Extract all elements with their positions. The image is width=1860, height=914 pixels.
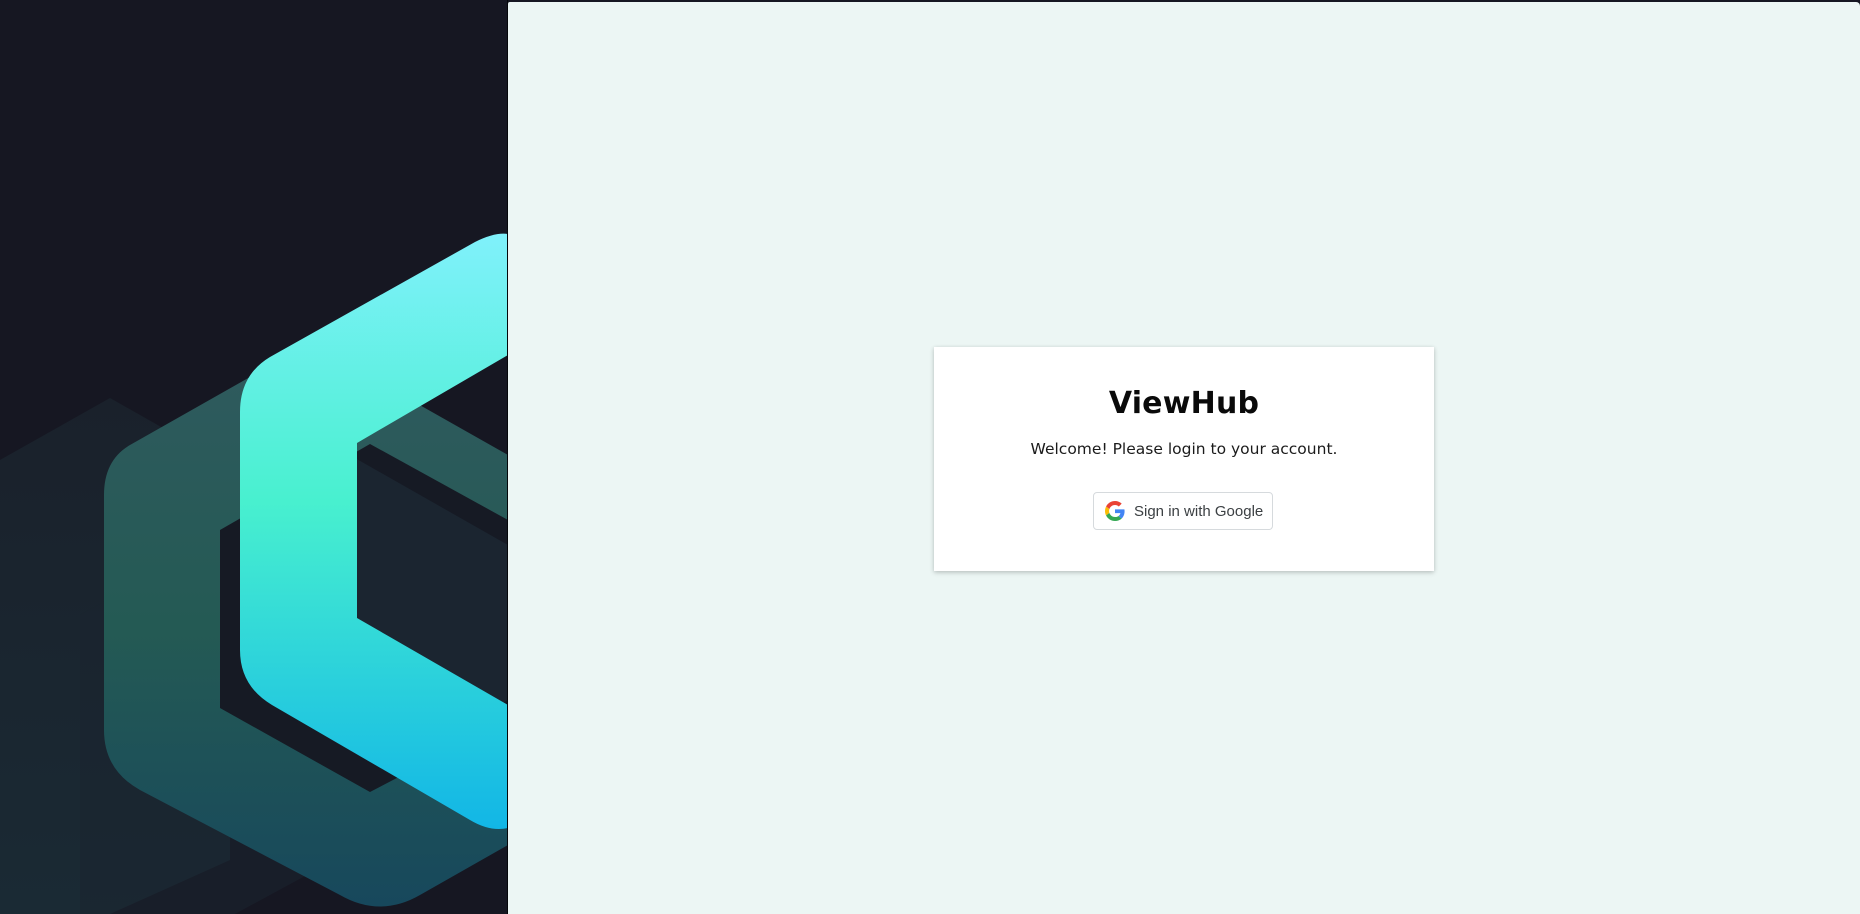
app-title: ViewHub [1108, 386, 1260, 421]
login-card: ViewHub Welcome! Please login to your ac… [934, 347, 1434, 571]
brand-artwork-panel [0, 0, 508, 914]
welcome-message: Welcome! Please login to your account. [1030, 440, 1338, 458]
login-page: ViewHub Welcome! Please login to your ac… [0, 0, 1860, 914]
google-sign-in-label: Sign in with Google [1134, 502, 1264, 520]
google-g-icon [1105, 501, 1125, 521]
login-panel: ViewHub Welcome! Please login to your ac… [508, 2, 1860, 914]
hexagon-logo-artwork [0, 233, 508, 914]
google-sign-in-button[interactable]: Sign in with Google [1093, 492, 1273, 530]
